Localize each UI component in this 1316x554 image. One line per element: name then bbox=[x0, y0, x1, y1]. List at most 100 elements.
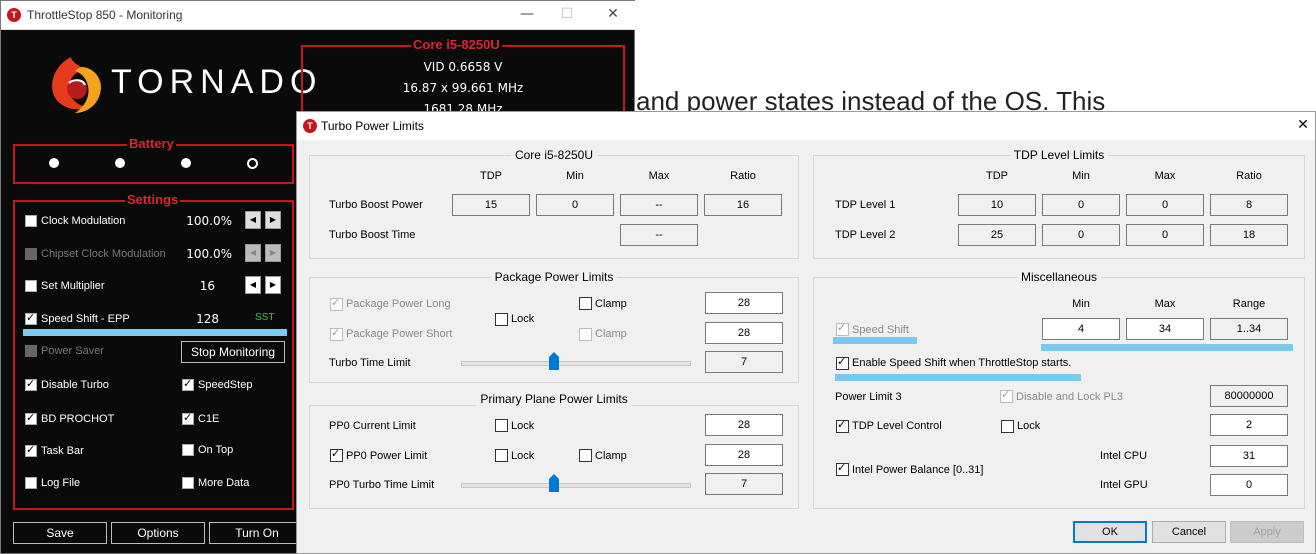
close-icon[interactable]: ✕ bbox=[593, 1, 633, 29]
power-saver-label: Power Saver bbox=[41, 345, 104, 357]
tdp-level-1-label: TDP Level 1 bbox=[835, 199, 896, 211]
tdp-level-control-lock-label: Lock bbox=[1017, 420, 1041, 432]
turbo-boost-time-label: Turbo Boost Time bbox=[329, 229, 416, 241]
tdp-level-1-min: 0 bbox=[1042, 194, 1120, 216]
stop-monitoring-button[interactable]: Stop Monitoring bbox=[181, 341, 285, 363]
tdp-level-control-label: TDP Level Control bbox=[852, 420, 942, 432]
tdp-level-1-tdp: 10 bbox=[958, 194, 1036, 216]
tdp-level-control-checkbox[interactable] bbox=[836, 418, 849, 433]
c1e-checkbox[interactable] bbox=[182, 411, 194, 425]
speed-shift-min-input[interactable]: 4 bbox=[1042, 318, 1120, 340]
speed-shift-epp-label: Speed Shift - EPP bbox=[41, 313, 130, 325]
on-top-checkbox[interactable] bbox=[182, 444, 194, 456]
apply-button: Apply bbox=[1230, 521, 1304, 543]
speed-shift-values-highlight bbox=[1041, 344, 1293, 351]
tornado-logo-text: TORNADO bbox=[111, 63, 323, 101]
chipset-left-icon: ◀ bbox=[245, 244, 261, 262]
turn-on-button[interactable]: Turn On bbox=[209, 522, 305, 544]
package-lock-checkbox[interactable] bbox=[495, 313, 508, 326]
tdp-level-1-max: 0 bbox=[1126, 194, 1204, 216]
ok-button[interactable]: OK bbox=[1073, 521, 1147, 543]
turbo-time-limit-value: 7 bbox=[705, 351, 783, 373]
speedstep-checkbox[interactable] bbox=[182, 377, 194, 391]
task-bar-checkbox[interactable] bbox=[25, 443, 37, 457]
dialog-titlebar[interactable]: T Turbo Power Limits ✕ bbox=[297, 112, 1315, 140]
pp0-power-lock-checkbox[interactable] bbox=[495, 449, 508, 462]
clock-modulation-left-icon[interactable]: ◀ bbox=[245, 211, 261, 229]
tdp-level-control-input[interactable]: 2 bbox=[1210, 414, 1288, 436]
turbo-boost-time-value: -- bbox=[620, 224, 698, 246]
pp0-current-limit-input[interactable]: 28 bbox=[705, 414, 783, 436]
task-bar-label: Task Bar bbox=[41, 445, 84, 457]
turbo-boost-power-max: -- bbox=[620, 194, 698, 216]
disable-turbo-checkbox[interactable] bbox=[25, 377, 37, 391]
multiplier-right-icon[interactable]: ▶ bbox=[265, 276, 281, 294]
dialog-close-icon[interactable]: ✕ bbox=[1283, 112, 1316, 140]
pp0-turbo-time-slider[interactable] bbox=[461, 483, 691, 488]
core-header-max: Max bbox=[648, 170, 670, 182]
set-multiplier-checkbox[interactable] bbox=[25, 280, 37, 292]
package-power-short-input[interactable]: 28 bbox=[705, 322, 783, 344]
log-file-checkbox[interactable] bbox=[25, 477, 37, 489]
misc-header-range: Range bbox=[1232, 298, 1266, 310]
intel-cpu-label: Intel CPU bbox=[1100, 450, 1148, 462]
more-data-checkbox[interactable] bbox=[182, 477, 194, 489]
speed-shift-max-input[interactable]: 34 bbox=[1126, 318, 1204, 340]
intel-power-balance-checkbox[interactable] bbox=[836, 461, 849, 476]
package-power-long-checkbox bbox=[330, 296, 343, 311]
pp0-turbo-time-slider-thumb-icon[interactable] bbox=[549, 474, 559, 492]
intel-gpu-label: Intel GPU bbox=[1100, 479, 1148, 491]
package-clamp-label: Clamp bbox=[595, 298, 627, 310]
intel-gpu-input[interactable]: 0 bbox=[1210, 474, 1288, 496]
battery-dot-hollow bbox=[247, 158, 258, 169]
pp0-power-limit-checkbox[interactable] bbox=[330, 447, 343, 462]
core-vid: VID 0.6658 V bbox=[423, 60, 503, 74]
clock-modulation-right-icon[interactable]: ▶ bbox=[265, 211, 281, 229]
on-top-label: On Top bbox=[198, 444, 234, 456]
pp0-current-lock-checkbox[interactable] bbox=[495, 419, 508, 432]
misc-header-max: Max bbox=[1154, 298, 1176, 310]
core-header-tdp: TDP bbox=[480, 170, 502, 182]
multiplier-left-icon[interactable]: ◀ bbox=[245, 276, 261, 294]
log-file-label: Log File bbox=[41, 477, 81, 489]
enable-speed-shift-highlight bbox=[835, 374, 1081, 381]
tdp-level-2-max: 0 bbox=[1126, 224, 1204, 246]
power-saver-checkbox[interactable] bbox=[25, 345, 37, 357]
turbo-time-limit-slider[interactable] bbox=[461, 361, 691, 366]
core-box-title: Core i5-8250U bbox=[411, 37, 502, 52]
throttlestop-titlebar[interactable]: T ThrottleStop 850 - Monitoring — ☐ ✕ bbox=[1, 1, 636, 30]
pp0-power-clamp-checkbox[interactable] bbox=[579, 449, 592, 462]
pp0-power-limit-input[interactable]: 28 bbox=[705, 444, 783, 466]
cancel-button[interactable]: Cancel bbox=[1152, 521, 1226, 543]
intel-cpu-input[interactable]: 31 bbox=[1210, 445, 1288, 467]
clock-modulation-checkbox[interactable] bbox=[25, 215, 37, 227]
package-clamp-checkbox[interactable] bbox=[579, 297, 592, 310]
speed-shift-epp-value: 128 bbox=[196, 312, 219, 326]
disable-lock-pl3-label: Disable and Lock PL3 bbox=[1016, 391, 1124, 403]
disable-lock-pl3-checkbox bbox=[1000, 388, 1013, 403]
save-button[interactable]: Save bbox=[13, 522, 107, 544]
tdp-header-max: Max bbox=[1154, 170, 1176, 182]
settings-label: Settings bbox=[125, 192, 181, 207]
package-power-long-input[interactable]: 28 bbox=[705, 292, 783, 314]
package-power-short-label: Package Power Short bbox=[346, 328, 453, 340]
turbo-time-limit-slider-thumb-icon[interactable] bbox=[549, 352, 559, 370]
speed-shift-epp-checkbox[interactable] bbox=[25, 311, 37, 325]
tdp-level-2-min: 0 bbox=[1042, 224, 1120, 246]
enable-speed-shift-checkbox[interactable] bbox=[836, 355, 849, 370]
options-button[interactable]: Options bbox=[111, 522, 205, 544]
maximize-icon: ☐ bbox=[560, 6, 574, 22]
pp0-current-lock-label: Lock bbox=[511, 420, 535, 432]
pp0-group-title: Primary Plane Power Limits bbox=[309, 392, 799, 406]
tdp-level-control-lock-checkbox[interactable] bbox=[1001, 420, 1014, 433]
pp0-power-lock-label: Lock bbox=[511, 450, 535, 462]
disable-turbo-label: Disable Turbo bbox=[41, 379, 109, 391]
chipset-clock-modulation-checkbox[interactable] bbox=[25, 248, 37, 260]
intel-power-balance-label: Intel Power Balance [0..31] bbox=[852, 464, 984, 476]
package-clamp2-label: Clamp bbox=[595, 328, 627, 340]
throttlestop-app-icon: T bbox=[7, 8, 21, 22]
power-limit-3-value: 80000000 bbox=[1210, 385, 1288, 407]
minimize-icon[interactable]: — bbox=[507, 1, 547, 29]
more-data-label: More Data bbox=[198, 477, 250, 489]
bd-prochot-checkbox[interactable] bbox=[25, 411, 37, 425]
